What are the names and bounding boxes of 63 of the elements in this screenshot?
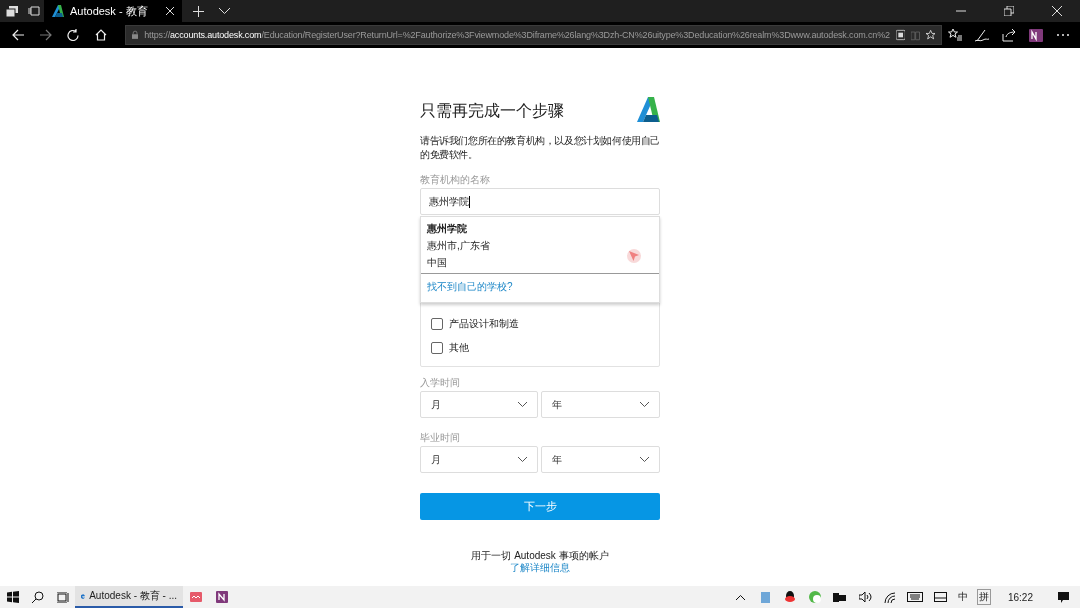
pen-icon[interactable]	[975, 28, 990, 42]
home-icon[interactable]	[95, 29, 108, 41]
cursor-icon	[626, 248, 642, 264]
checkbox[interactable]	[431, 318, 443, 330]
tablet-icon[interactable]	[933, 592, 947, 602]
chevron-down-icon	[640, 457, 649, 462]
chevron-down-icon	[518, 457, 527, 462]
notification-icon[interactable]	[1057, 591, 1069, 603]
taskbar-app[interactable]: Autodesk - 教育 - ...	[75, 586, 183, 608]
onenote-icon[interactable]	[1028, 28, 1043, 42]
institution-input[interactable]: 惠州学院	[420, 188, 660, 215]
chevron-up-icon[interactable]	[735, 594, 745, 600]
page-title: 只需再完成一个步骤	[420, 101, 564, 121]
checkbox-label: 产品设计和制造	[449, 317, 519, 331]
lock-icon	[132, 30, 139, 40]
field-label: 教育机构的名称	[420, 174, 491, 186]
refresh-icon[interactable]	[67, 29, 80, 41]
ime-mode[interactable]: 拼	[976, 589, 991, 605]
windows-icon[interactable]	[6, 591, 19, 603]
address-bar[interactable]: https://accounts.autodesk.com/Education/RegisterUser?ReturnUrl=%2Fauthorize%3Fviewmode%3Diframe%26lang%3Dzh-CN%26uitype%3Deducation%26realm%3Dwww.autodesk.com.cn%2	[125, 25, 942, 45]
speaker-icon[interactable]	[858, 592, 872, 602]
star-icon[interactable]	[925, 29, 935, 41]
back-icon[interactable]	[11, 29, 24, 41]
forward-icon[interactable]	[39, 29, 52, 41]
description-text: 请告诉我们您所在的教育机构，以及您计划如何使用自己的免费软件。	[420, 134, 660, 162]
select-value: 月	[431, 452, 441, 467]
set-aside-tabs-icon[interactable]	[28, 6, 40, 16]
footer-text: 用于一切 Autodesk 事项的帐户	[470, 550, 610, 562]
checkbox[interactable]	[431, 342, 443, 354]
dropdown-select[interactable]: 年	[541, 391, 660, 418]
close-icon[interactable]	[1052, 6, 1062, 16]
select-value: 年	[552, 452, 562, 467]
wifi-icon[interactable]	[884, 591, 897, 603]
field-label: 毕业时间	[420, 432, 461, 444]
keyboard-icon[interactable]	[907, 592, 924, 602]
new-tab-icon[interactable]	[192, 5, 204, 17]
dropdown-select[interactable]: 月	[420, 446, 538, 473]
search-icon[interactable]	[31, 591, 44, 603]
dropdown-select[interactable]: 月	[420, 391, 538, 418]
chevron-down-icon	[518, 402, 527, 407]
checkbox-label: 其他	[449, 341, 469, 355]
autodesk-logo-icon	[52, 5, 64, 17]
select-value: 月	[431, 397, 441, 412]
clock[interactable]: 16:22	[1002, 591, 1038, 603]
autodesk-logo-icon	[637, 97, 660, 122]
learn-more-link[interactable]: 了解详细信息	[510, 562, 570, 573]
not-found-link[interactable]: 找不到自己的学校?	[421, 274, 659, 302]
tab-preview-icon[interactable]	[6, 5, 18, 17]
onenote-icon	[216, 591, 228, 603]
penguin-icon[interactable]	[785, 591, 796, 603]
share-icon[interactable]	[1002, 28, 1016, 42]
ime-indicator[interactable]: 中	[952, 590, 973, 604]
field-label: 入学时间	[420, 377, 461, 389]
close-icon[interactable]	[166, 7, 174, 15]
task-view-icon[interactable]	[56, 591, 69, 603]
chevron-down-icon	[640, 402, 649, 407]
restore-icon[interactable]	[1004, 6, 1014, 16]
browser-tab[interactable]: Autodesk - 教育	[44, 0, 182, 22]
music-app-icon	[190, 592, 202, 602]
select-value: 年	[552, 397, 562, 412]
favorites-list-icon[interactable]	[948, 28, 963, 42]
dropdown-select[interactable]: 年	[541, 446, 660, 473]
chevron-down-icon[interactable]	[218, 8, 230, 14]
